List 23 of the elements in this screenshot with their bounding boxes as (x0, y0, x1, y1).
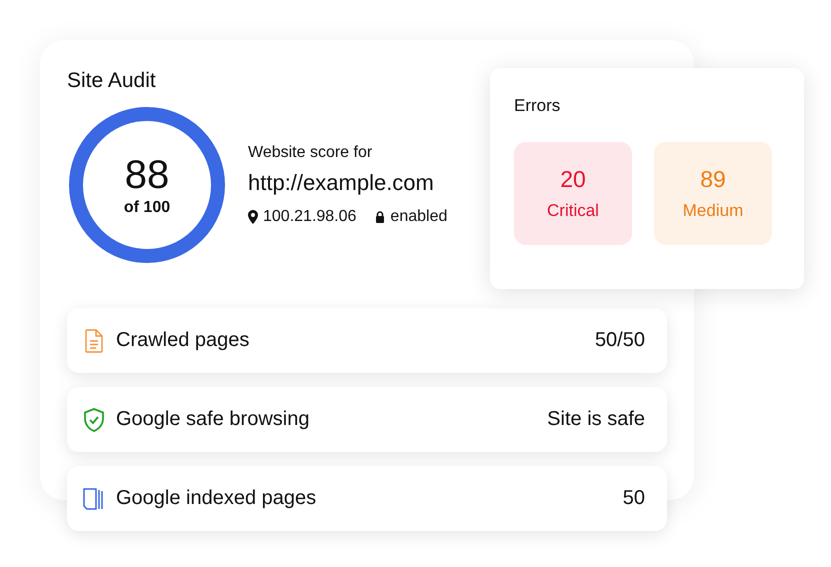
site-url: http://example.com (248, 170, 435, 196)
card-title: Site Audit (67, 68, 157, 94)
ip-address: 100.21.98.06 (263, 208, 356, 226)
error-count: 20 (560, 166, 586, 193)
stat-value: 50 (622, 487, 645, 510)
lock-icon (375, 211, 386, 223)
shield-check-icon (83, 408, 105, 432)
score-value: 88 (124, 153, 170, 197)
error-label: Medium (682, 201, 744, 221)
ssl-status: enabled (390, 208, 448, 226)
document-icon (83, 328, 105, 352)
stat-value: 50/50 (594, 329, 645, 352)
score-caption: Website score for (248, 144, 374, 162)
error-count: 89 (700, 166, 726, 193)
score-suffix: of 100 (124, 199, 170, 217)
stat-label: Crawled pages (116, 329, 250, 352)
pages-icon (83, 486, 105, 510)
stat-label: Google safe browsing (116, 408, 310, 431)
location-pin-icon (248, 210, 258, 224)
stat-label: Google indexed pages (116, 487, 318, 510)
errors-title: Errors (514, 96, 562, 116)
stat-value: Site is safe (547, 408, 645, 431)
error-label: Critical (547, 201, 599, 221)
